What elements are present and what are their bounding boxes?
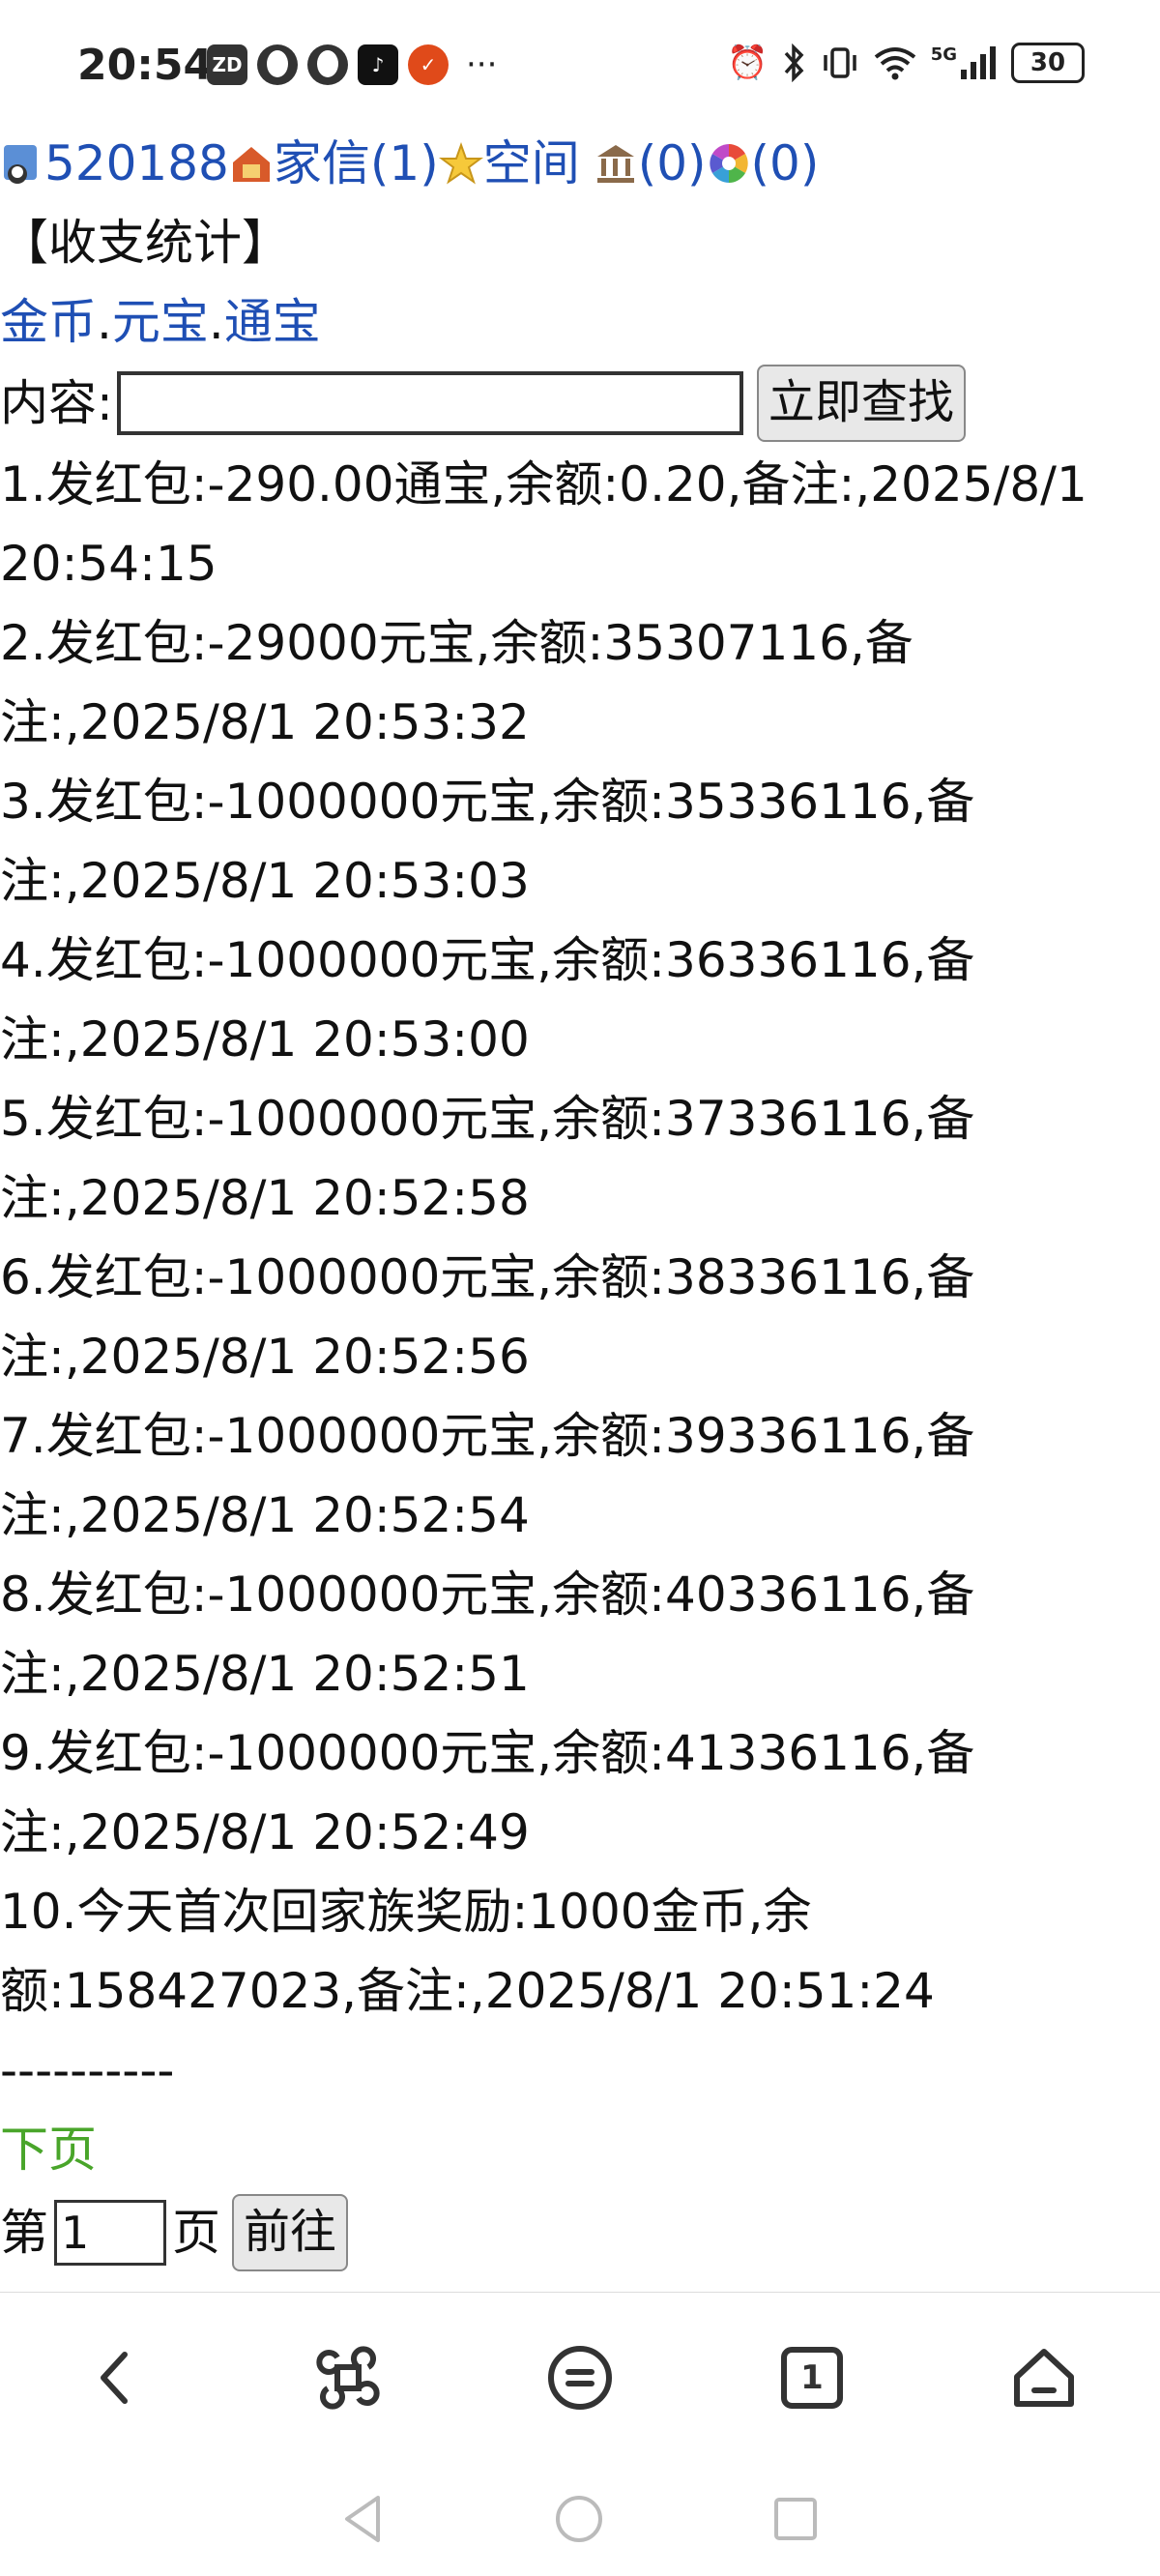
bank-icon xyxy=(596,145,634,183)
tab-count: 1 xyxy=(800,2357,824,2397)
record-line: 额:158427023,备注:,2025/8/1 20:51:24 xyxy=(0,1963,935,2019)
home-icon[interactable] xyxy=(1000,2334,1088,2421)
record-line: 5.发红包:-1000000元宝,余额:37336116,备 xyxy=(0,1091,975,1147)
list-item: 5.发红包:-1000000元宝,余额:37336116,备 注:,2025/8/… xyxy=(0,1079,1160,1238)
search-button[interactable]: 立即查找 xyxy=(756,365,966,442)
status-right-icons: ⏰ 5G 30 xyxy=(727,43,1085,83)
record-line: 注:,2025/8/1 20:52:49 xyxy=(0,1804,530,1860)
list-item: 7.发红包:-1000000元宝,余额:39336116,备 注:,2025/8/… xyxy=(0,1396,1160,1555)
list-item: 10.今天首次回家族奖励:1000金币,余额:158427023,备注:,202… xyxy=(0,1872,1160,2031)
cell-signal-icon: 5G xyxy=(931,44,998,81)
mail-link[interactable]: 家信(1) xyxy=(274,124,439,203)
record-line: 注:,2025/8/1 20:53:03 xyxy=(0,853,530,909)
system-navigation xyxy=(0,2461,1160,2576)
ingot-link[interactable]: 元宝 xyxy=(112,294,209,350)
status-bar: 20:54 ZD ♪ ✓ ··· ⏰ 5G 30 xyxy=(0,0,1160,116)
record-line: 7.发红包:-1000000元宝,余额:39336116,备 xyxy=(0,1408,975,1464)
page-title: 【收支统计】 xyxy=(0,215,290,271)
home-circle-icon[interactable] xyxy=(552,2492,606,2546)
wifi-icon xyxy=(874,47,915,80)
record-line: 注:,2025/8/1 20:52:58 xyxy=(0,1170,530,1226)
top-nav: 520188 家信(1) 空间 (0) (0) xyxy=(0,124,1160,203)
token-link[interactable]: 通宝 xyxy=(224,294,321,350)
list-item: 6.发红包:-1000000元宝,余额:38336116,备 注:,2025/8/… xyxy=(0,1238,1160,1396)
record-line: 9.发红包:-1000000元宝,余额:41336116,备 xyxy=(0,1725,975,1781)
qq-icon xyxy=(307,44,348,85)
search-label: 内容: xyxy=(0,375,113,431)
record-line: 3.发红包:-1000000元宝,余额:35336116,备 xyxy=(0,774,975,830)
vibrate-icon xyxy=(823,47,856,78)
go-button[interactable]: 前往 xyxy=(232,2194,349,2271)
record-line: 注:,2025/8/1 20:52:51 xyxy=(0,1646,530,1702)
next-page-link[interactable]: 下页 xyxy=(0,2110,1160,2189)
record-line: 1.发红包:-290.00通宝,余额:0.20,备注:,2025/8/1 xyxy=(0,456,1088,512)
page-prefix: 第 xyxy=(0,2205,48,2261)
separator: . xyxy=(97,294,112,350)
app-icon: ✓ xyxy=(408,44,449,85)
gold-coin-link[interactable]: 金币 xyxy=(0,294,97,350)
bluetooth-icon xyxy=(784,44,804,82)
qq-icon xyxy=(257,44,298,85)
record-line: 20:54:15 xyxy=(0,536,218,592)
qq-user-icon xyxy=(4,145,37,184)
list-icon[interactable] xyxy=(536,2334,624,2421)
page-suffix: 页 xyxy=(172,2205,220,2261)
status-time: 20:54 xyxy=(77,41,214,90)
color-count-link[interactable]: (0) xyxy=(751,124,820,203)
records-list: 1.发红包:-290.00通宝,余额:0.20,备注:,2025/8/1 20:5… xyxy=(0,445,1160,2031)
alarm-icon: ⏰ xyxy=(727,44,768,82)
record-line: 注:,2025/8/1 20:53:00 xyxy=(0,1011,530,1068)
command-icon[interactable] xyxy=(304,2334,392,2421)
house-mail-icon xyxy=(232,147,270,182)
record-line: 2.发红包:-29000元宝,余额:35307116,备 xyxy=(0,615,914,671)
divider: ---------- xyxy=(0,2042,175,2098)
list-item: 8.发红包:-1000000元宝,余额:40336116,备 注:,2025/8/… xyxy=(0,1555,1160,1713)
currency-links: 金币.元宝.通宝 xyxy=(0,282,1160,362)
browser-toolbar: 1 xyxy=(0,2292,1160,2462)
status-left-icons: ZD ♪ ✓ ··· xyxy=(207,44,497,85)
zd-app-icon: ZD xyxy=(207,44,247,85)
space-link[interactable]: 空间 xyxy=(483,124,580,203)
back-triangle-icon[interactable] xyxy=(339,2492,388,2546)
more-notifications-icon: ··· xyxy=(466,45,498,84)
list-item: 3.发红包:-1000000元宝,余额:35336116,备 注:,2025/8/… xyxy=(0,762,1160,921)
color-wheel-icon xyxy=(709,144,748,183)
battery-icon: 30 xyxy=(1011,43,1085,83)
record-line: 6.发红包:-1000000元宝,余额:38336116,备 xyxy=(0,1249,975,1305)
page-number-input[interactable]: 1 xyxy=(54,2200,166,2266)
user-id-link[interactable]: 520188 xyxy=(44,124,229,203)
search-row: 内容: 立即查找 xyxy=(0,362,1160,445)
recents-square-icon[interactable] xyxy=(770,2494,821,2544)
star-icon xyxy=(438,142,483,185)
record-line: 注:,2025/8/1 20:53:32 xyxy=(0,694,530,750)
record-line: 注:,2025/8/1 20:52:56 xyxy=(0,1329,530,1385)
record-line: 注:,2025/8/1 20:52:54 xyxy=(0,1487,530,1543)
record-line: 4.发红包:-1000000元宝,余额:36336116,备 xyxy=(0,932,975,988)
tabs-button[interactable]: 1 xyxy=(768,2334,856,2421)
network-type-label: 5G xyxy=(930,44,957,65)
list-item: 4.发红包:-1000000元宝,余额:36336116,备 注:,2025/8/… xyxy=(0,921,1160,1079)
record-line: 8.发红包:-1000000元宝,余额:40336116,备 xyxy=(0,1566,975,1623)
record-line: 10.今天首次回家族奖励:1000金币,余 xyxy=(0,1884,812,1940)
list-item: 2.发红包:-29000元宝,余额:35307116,备 注:,2025/8/1 … xyxy=(0,603,1160,762)
page-jump: 第 1 页 前往 xyxy=(0,2189,1160,2276)
bank-count-link[interactable]: (0) xyxy=(638,124,707,203)
tiktok-icon: ♪ xyxy=(358,44,398,85)
search-input[interactable] xyxy=(116,371,743,435)
back-icon[interactable] xyxy=(72,2334,160,2421)
separator: . xyxy=(208,294,224,350)
list-item: 1.发红包:-290.00通宝,余额:0.20,备注:,2025/8/1 20:5… xyxy=(0,445,1160,603)
main-content: 520188 家信(1) 空间 (0) (0) 【收支统计】 金币.元宝.通宝 … xyxy=(0,124,1160,2276)
list-item: 9.发红包:-1000000元宝,余额:41336116,备 注:,2025/8/… xyxy=(0,1713,1160,1872)
